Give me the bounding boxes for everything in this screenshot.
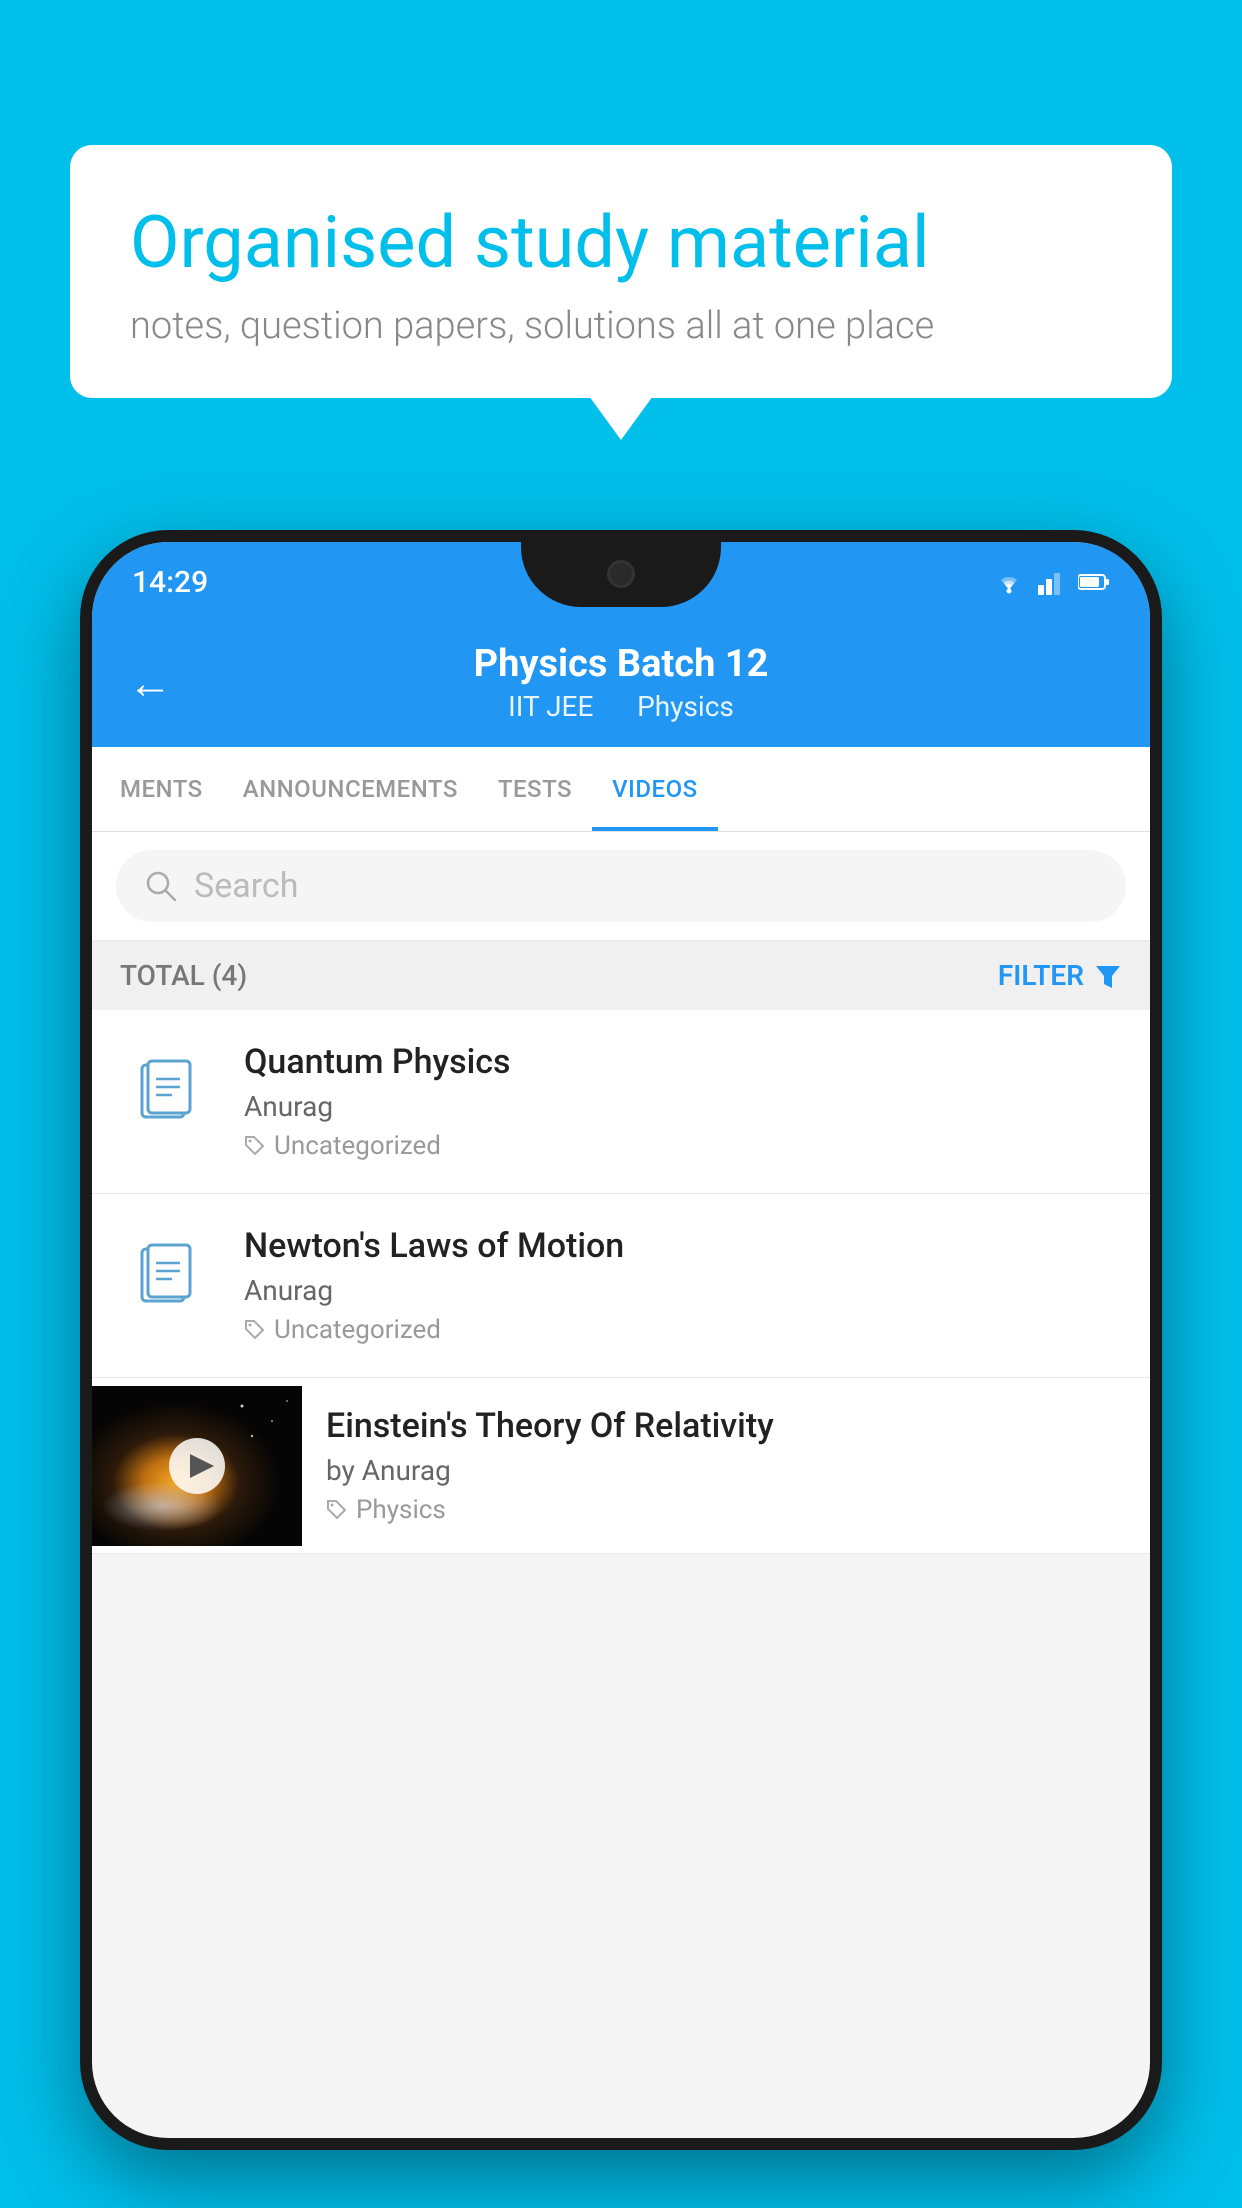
phone-frame: 14:29 (80, 530, 1162, 2150)
video-thumbnail-2 (120, 1236, 220, 1336)
tag-icon (244, 1135, 266, 1157)
status-time: 14:29 (132, 565, 208, 600)
tab-tests[interactable]: TESTS (478, 747, 592, 831)
header-subtitle-iitjee: IIT JEE (508, 690, 593, 723)
filter-label: FILTER (998, 959, 1084, 992)
back-button[interactable]: ← (128, 661, 172, 705)
list-item[interactable]: Quantum Physics Anurag Uncategorized (92, 1010, 1150, 1194)
header-title-group: Physics Batch 12 IIT JEE Physics (192, 642, 1050, 723)
camera (607, 560, 635, 588)
tag-text-3: Physics (356, 1495, 446, 1525)
video-list: Quantum Physics Anurag Uncategorized (92, 1010, 1150, 1554)
speech-bubble: Organised study material notes, question… (70, 145, 1172, 398)
video-title-1: Quantum Physics (244, 1042, 1122, 1082)
tag-icon (326, 1499, 348, 1521)
video-author-1: Anurag (244, 1090, 1122, 1123)
video-tag-2: Uncategorized (244, 1315, 1122, 1345)
filter-button[interactable]: FILTER (998, 959, 1122, 992)
search-placeholder: Search (194, 866, 298, 906)
phone-screen: 14:29 (92, 542, 1150, 2138)
video-author-2: Anurag (244, 1274, 1122, 1307)
list-item[interactable]: Einstein's Theory Of Relativity by Anura… (92, 1378, 1150, 1554)
file-icon (134, 1059, 206, 1145)
phone-notch (521, 542, 721, 607)
header-title: Physics Batch 12 (192, 642, 1050, 686)
signal-icon (1038, 569, 1066, 595)
tag-text-2: Uncategorized (274, 1315, 441, 1345)
file-icon (134, 1243, 206, 1329)
header-subtitle: IIT JEE Physics (192, 690, 1050, 723)
phone-container: 14:29 (80, 530, 1162, 2208)
tab-ments[interactable]: MENTS (100, 747, 223, 831)
bubble-title: Organised study material (130, 200, 1112, 286)
filter-icon (1094, 962, 1122, 990)
thumbnail-image (92, 1386, 302, 1546)
status-icons (992, 569, 1110, 595)
bubble-subtitle: notes, question papers, solutions all at… (130, 304, 1112, 348)
video-info-3: Einstein's Theory Of Relativity by Anura… (326, 1378, 1122, 1553)
list-item[interactable]: Newton's Laws of Motion Anurag Uncategor… (92, 1194, 1150, 1378)
search-icon (144, 869, 178, 903)
video-author-3: by Anurag (326, 1454, 1122, 1487)
search-container: Search (92, 832, 1150, 941)
tag-icon (244, 1319, 266, 1341)
tabs-bar: MENTS ANNOUNCEMENTS TESTS VIDEOS (92, 747, 1150, 832)
total-count: TOTAL (4) (120, 959, 247, 992)
tag-text-1: Uncategorized (274, 1131, 441, 1161)
search-box[interactable]: Search (116, 850, 1126, 922)
tab-videos[interactable]: VIDEOS (592, 747, 718, 831)
video-tag-1: Uncategorized (244, 1131, 1122, 1161)
video-title-2: Newton's Laws of Motion (244, 1226, 1122, 1266)
header-subtitle-physics: Physics (637, 690, 734, 723)
speech-bubble-container: Organised study material notes, question… (70, 145, 1172, 398)
video-info-2: Newton's Laws of Motion Anurag Uncategor… (244, 1226, 1122, 1345)
video-thumbnail-1 (120, 1052, 220, 1152)
app-header: ← Physics Batch 12 IIT JEE Physics (92, 614, 1150, 747)
video-info-1: Quantum Physics Anurag Uncategorized (244, 1042, 1122, 1161)
video-title-3: Einstein's Theory Of Relativity (326, 1406, 1122, 1446)
video-thumbnail-3 (92, 1386, 302, 1546)
video-tag-3: Physics (326, 1495, 1122, 1525)
battery-icon (1078, 572, 1110, 592)
filter-bar: TOTAL (4) FILTER (92, 941, 1150, 1010)
tab-announcements[interactable]: ANNOUNCEMENTS (223, 747, 478, 831)
wifi-icon (992, 569, 1026, 595)
